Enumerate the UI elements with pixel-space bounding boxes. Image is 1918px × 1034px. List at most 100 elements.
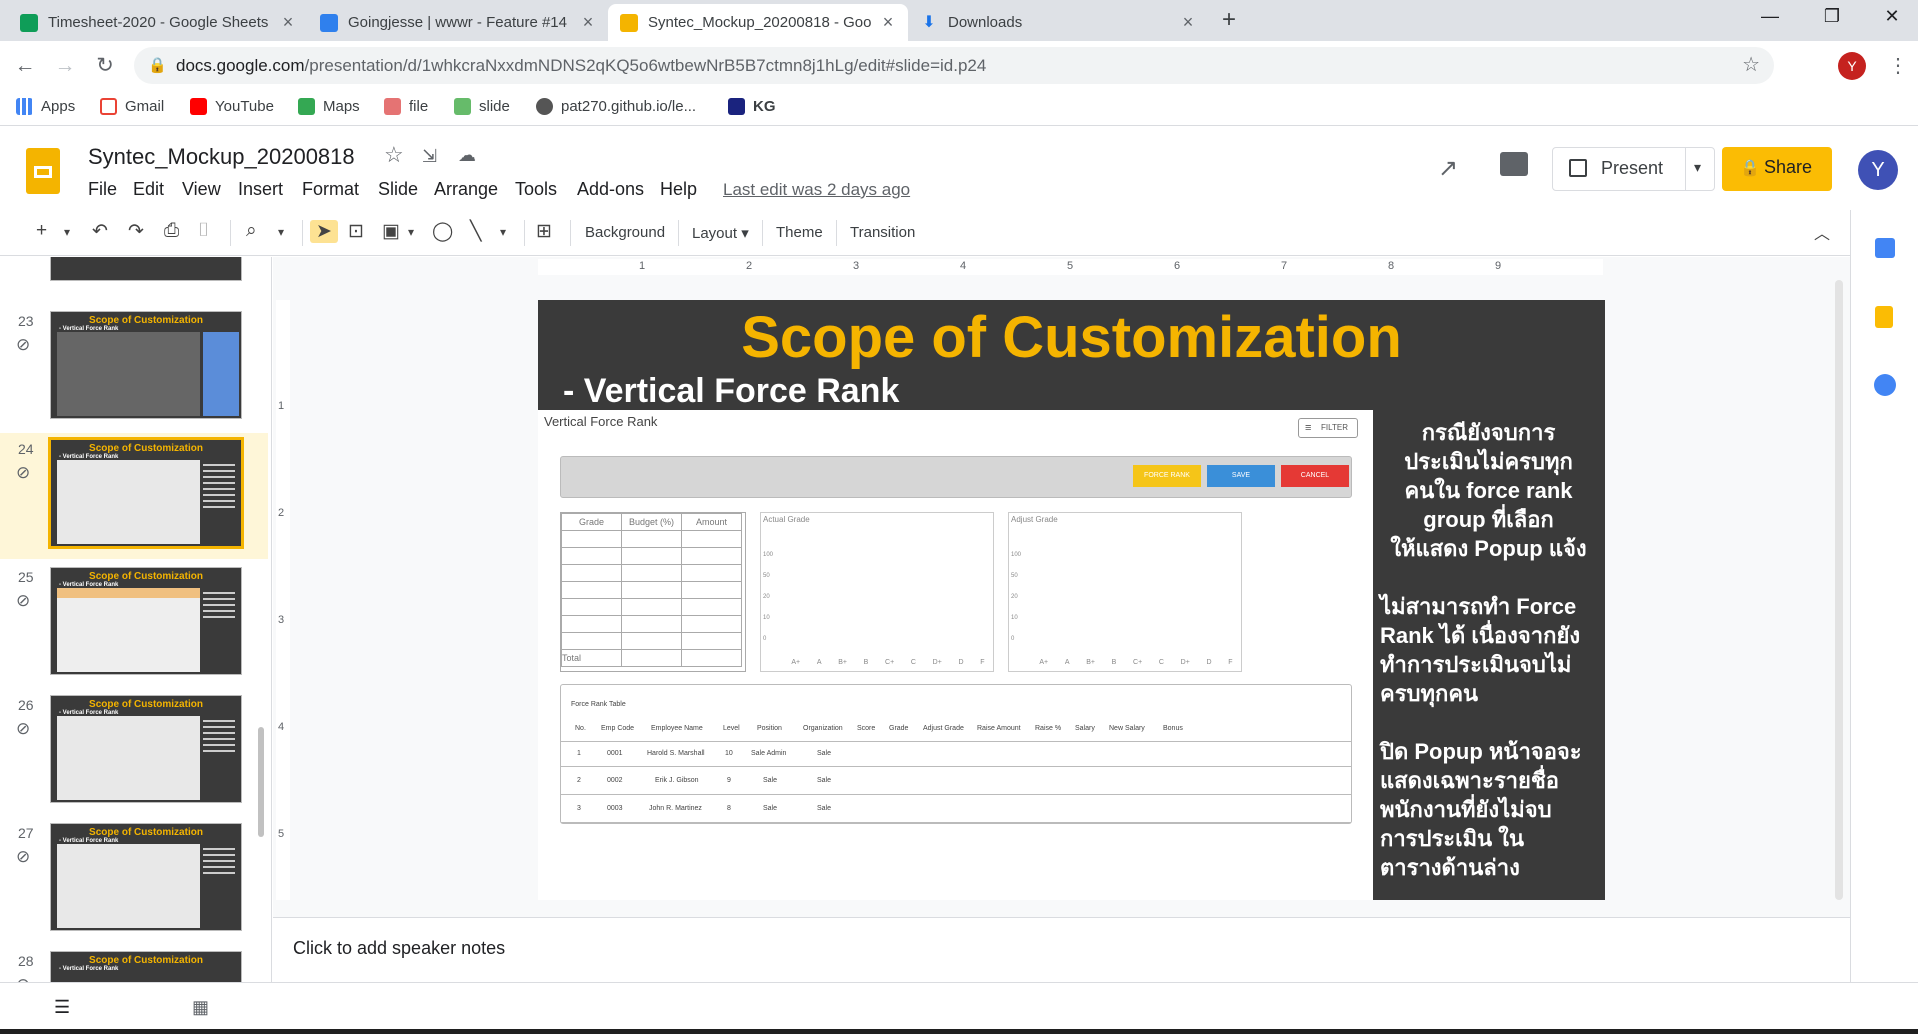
new-tab-button[interactable]: + bbox=[1222, 6, 1236, 34]
zoom-icon[interactable]: ⌕ bbox=[246, 220, 257, 242]
horizontal-ruler[interactable]: 1 2 3 4 5 6 7 8 9 bbox=[538, 259, 1603, 275]
menu-slide[interactable]: Slide bbox=[378, 179, 418, 200]
paint-format-icon[interactable]: ⌷ bbox=[198, 220, 209, 242]
speaker-notes[interactable]: Click to add speaker notes bbox=[273, 917, 1850, 982]
bookmark-github[interactable]: pat270.github.io/le... bbox=[536, 98, 696, 115]
adjust-y-ticks: 100 50 20 10 0 bbox=[1011, 545, 1021, 650]
tab-timesheet[interactable]: Timesheet-2020 - Google Sheets × bbox=[8, 4, 308, 41]
line-icon[interactable]: ╲ bbox=[470, 220, 481, 243]
grid-view-icon[interactable]: ▦ bbox=[192, 997, 209, 1018]
menu-arrange[interactable]: Arrange bbox=[434, 179, 498, 200]
comments-icon[interactable] bbox=[1500, 152, 1528, 176]
move-folder-icon[interactable]: ⇲ bbox=[422, 146, 437, 167]
slide-thumb-27[interactable]: 27 ⊘ Scope of Customization - Vertical Fo… bbox=[0, 817, 268, 943]
keep-icon[interactable] bbox=[1875, 306, 1893, 328]
link-icon: ⊘ bbox=[16, 591, 31, 610]
close-tab-icon[interactable]: × bbox=[880, 12, 896, 33]
slide-thumb-24[interactable]: 24 ⊘ Scope of Customization - Vertical Fo… bbox=[0, 433, 268, 559]
doc-title[interactable]: Syntec_Mockup_20200818 bbox=[88, 144, 355, 170]
bookmark-youtube[interactable]: YouTube bbox=[190, 98, 274, 115]
tab-downloads[interactable]: ⬇ Downloads × bbox=[908, 4, 1208, 41]
reload-icon[interactable]: ↻ bbox=[92, 53, 118, 79]
present-dropdown-icon[interactable]: ▾ bbox=[1694, 159, 1701, 176]
current-slide[interactable]: Scope of Customization - Vertical Force … bbox=[538, 300, 1605, 900]
share-button[interactable]: 🔒 Share bbox=[1722, 147, 1832, 191]
chrome-menu-icon[interactable]: ⋮ bbox=[1888, 53, 1908, 78]
mockup-screenshot[interactable]: Vertical Force Rank ≡ FILTER FORCE RANK S… bbox=[538, 410, 1373, 900]
vertical-ruler[interactable]: 1 2 3 4 5 bbox=[276, 300, 290, 900]
bookmark-star-icon[interactable]: ☆ bbox=[1742, 47, 1760, 84]
text-box-icon[interactable]: ⊡ bbox=[348, 220, 364, 243]
bookmark-maps[interactable]: Maps bbox=[298, 98, 360, 115]
omnibox[interactable]: 🔒 docs.google.com/presentation/d/1whkcra… bbox=[134, 47, 1774, 84]
new-slide-dropdown-icon[interactable]: ▾ bbox=[64, 225, 70, 239]
minimize-button[interactable]: — bbox=[1750, 6, 1790, 34]
close-window-button[interactable]: ✕ bbox=[1872, 6, 1912, 34]
transition-button[interactable]: Transition bbox=[850, 224, 915, 241]
menu-help[interactable]: Help bbox=[660, 179, 697, 200]
line-dropdown-icon[interactable]: ▾ bbox=[500, 225, 506, 239]
account-avatar[interactable]: Y bbox=[1858, 150, 1898, 190]
image-dropdown-icon[interactable]: ▾ bbox=[408, 225, 414, 239]
bookmark-apps[interactable]: Apps bbox=[16, 98, 75, 115]
tab-goingjesse[interactable]: Goingjesse | wwwr - Feature #14 × bbox=[308, 4, 608, 41]
maximize-button[interactable]: ❐ bbox=[1812, 6, 1852, 34]
print-icon[interactable]: ⎙ bbox=[164, 220, 179, 242]
present-button[interactable]: Present ▾ bbox=[1552, 147, 1715, 191]
list-view-icon[interactable]: ☰ bbox=[54, 997, 70, 1018]
activity-trend-icon[interactable]: ↗ bbox=[1438, 154, 1458, 183]
theme-button[interactable]: Theme bbox=[776, 224, 823, 241]
new-slide-icon[interactable]: + bbox=[36, 220, 47, 242]
back-icon[interactable]: ← bbox=[12, 53, 38, 79]
select-cursor-icon[interactable]: ➤ bbox=[310, 220, 338, 243]
layout-button[interactable]: Layout ▾ bbox=[692, 224, 749, 242]
menu-file[interactable]: File bbox=[88, 179, 117, 200]
bookmark-file[interactable]: file bbox=[384, 98, 428, 115]
close-tab-icon[interactable]: × bbox=[280, 12, 296, 33]
bookmark-kg[interactable]: KG bbox=[728, 98, 776, 115]
close-tab-icon[interactable]: × bbox=[1180, 12, 1196, 33]
slide-thumb-23[interactable]: 23 ⊘ Scope of Customization - Vertical Fo… bbox=[0, 305, 268, 431]
menu-edit[interactable]: Edit bbox=[133, 179, 164, 200]
bookmark-slide[interactable]: slide bbox=[454, 98, 510, 115]
calendar-icon[interactable] bbox=[1875, 238, 1895, 258]
comment-add-icon[interactable]: ⊞ bbox=[536, 220, 552, 243]
speaker-notes-placeholder[interactable]: Click to add speaker notes bbox=[293, 938, 505, 959]
slide-subtitle[interactable]: - Vertical Force Rank bbox=[563, 372, 899, 411]
bookmark-gmail[interactable]: Gmail bbox=[100, 98, 164, 115]
star-icon[interactable]: ☆ bbox=[384, 142, 404, 168]
cloud-saved-icon[interactable]: ☁ bbox=[458, 145, 476, 166]
slide-thumb-25[interactable]: 25 ⊘ Scope of Customization - Vertical Fo… bbox=[0, 561, 268, 687]
redo-icon[interactable]: ↷ bbox=[128, 220, 144, 243]
thumb-image bbox=[57, 716, 200, 800]
last-edit-link[interactable]: Last edit was 2 days ago bbox=[723, 180, 910, 200]
background-button[interactable]: Background bbox=[585, 224, 665, 241]
menu-insert[interactable]: Insert bbox=[238, 179, 283, 200]
col-header: Emp Code bbox=[601, 725, 635, 732]
slide-title[interactable]: Scope of Customization bbox=[538, 304, 1605, 371]
image-icon[interactable]: ▣ bbox=[382, 220, 400, 243]
profile-avatar[interactable]: Y bbox=[1838, 52, 1866, 80]
forward-icon[interactable]: → bbox=[52, 53, 78, 79]
collapse-toolbar-icon[interactable]: ︿ bbox=[1814, 220, 1830, 244]
slide-note-text[interactable]: กรณียังจบการ ประเมินไม่ครบทุก คนใน force… bbox=[1376, 418, 1601, 900]
slide-thumb-26[interactable]: 26 ⊘ Scope of Customization - Vertical Fo… bbox=[0, 689, 268, 815]
undo-icon[interactable]: ↶ bbox=[92, 220, 108, 243]
canvas-scrollbar[interactable] bbox=[1835, 280, 1843, 900]
menu-view[interactable]: View bbox=[182, 179, 221, 200]
tab-syntec-mockup[interactable]: Syntec_Mockup_20200818 - Goo × bbox=[608, 4, 908, 41]
slide-thumb-28[interactable]: 28 ⊘ Scope of Customization- Vertical Fo… bbox=[0, 945, 268, 982]
filmstrip-scrollbar[interactable] bbox=[258, 727, 264, 837]
menu-tools[interactable]: Tools bbox=[515, 179, 557, 200]
menu-addons[interactable]: Add-ons bbox=[577, 179, 644, 200]
slide-thumb-22[interactable] bbox=[0, 257, 268, 293]
close-tab-icon[interactable]: × bbox=[580, 12, 596, 33]
maps-icon bbox=[298, 98, 315, 115]
slide-filmstrip[interactable]: 23 ⊘ Scope of Customization - Vertical Fo… bbox=[0, 257, 272, 982]
tasks-icon[interactable] bbox=[1874, 374, 1896, 396]
shape-icon[interactable]: ◯ bbox=[432, 220, 453, 243]
zoom-dropdown-icon[interactable]: ▾ bbox=[278, 225, 284, 239]
menu-format[interactable]: Format bbox=[302, 179, 359, 200]
cell: Sale bbox=[817, 805, 832, 812]
slides-logo-icon[interactable] bbox=[26, 148, 60, 194]
